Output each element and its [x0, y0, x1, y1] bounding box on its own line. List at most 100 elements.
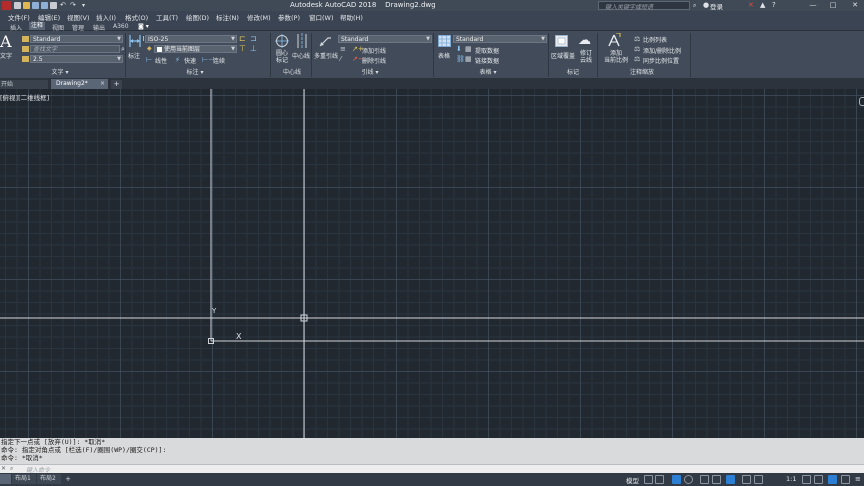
add-leader-label[interactable]: 添加引线 [362, 46, 386, 55]
qat-dropdown-icon[interactable]: ▾ [82, 2, 89, 9]
close-tab-icon[interactable]: × [100, 79, 105, 89]
multileader-label[interactable]: 多重引线 [314, 51, 338, 60]
multileader-icon[interactable] [318, 34, 332, 48]
linear-dim-label[interactable]: 线性 [155, 56, 167, 65]
add-delete-scale-label[interactable]: 添加/删除比例 [643, 46, 681, 55]
revcloud-label[interactable]: 修订 云线 [580, 50, 592, 64]
remove-leader-label[interactable]: 删除引线 [362, 56, 386, 65]
a360-icon[interactable]: ▲ [760, 1, 765, 9]
extract-data-icon[interactable]: ⬇ [456, 45, 462, 53]
dim-tool-icon[interactable]: ⊏ [239, 34, 246, 43]
dim-tool-icon[interactable]: ⊤ [239, 44, 246, 53]
table-label[interactable]: 表格 [438, 51, 450, 60]
layout-tab-layout1[interactable]: 布局1 [12, 474, 36, 484]
scale-list-icon[interactable]: ⚖ [634, 35, 640, 43]
link-data-icon[interactable]: ⛓ [456, 55, 465, 63]
start-tab[interactable]: 开始 [0, 80, 48, 89]
new-file-icon[interactable] [14, 2, 21, 9]
model-space-label[interactable]: 模型 [626, 475, 639, 485]
text-height-select[interactable]: 2.5 ▼ [30, 55, 123, 63]
centerline-icon[interactable] [295, 33, 309, 49]
annotation-monitor-icon[interactable] [814, 475, 823, 484]
revcloud-icon[interactable]: ☁ [578, 33, 591, 48]
grid-icon[interactable] [644, 475, 653, 484]
align-leader-icon[interactable]: ≡ [340, 45, 346, 53]
polar-icon[interactable] [684, 475, 693, 484]
help-icon[interactable]: ? [772, 1, 776, 9]
table-panel-title[interactable]: 表格 ▾ [468, 69, 508, 77]
search-icon[interactable]: ⌕ [693, 2, 696, 10]
dim-tool-icon[interactable]: ⊥ [250, 44, 257, 53]
annotation-scale-select[interactable]: 1:1 [786, 475, 796, 483]
plot-icon[interactable] [50, 2, 57, 9]
wipeout-icon[interactable] [555, 35, 568, 47]
isodraft-icon[interactable] [700, 475, 709, 484]
layout-tab-model[interactable] [0, 474, 11, 484]
annotation-visibility-icon[interactable] [742, 475, 751, 484]
open-file-icon[interactable] [23, 2, 30, 9]
text-style-select[interactable]: Standard ▼ [30, 35, 123, 43]
osnap-icon[interactable] [712, 475, 721, 484]
find-text-input[interactable]: 查找文字 [30, 45, 120, 53]
dim-style-select[interactable]: ISO-25 ▼ [145, 35, 237, 43]
dimension-panel-title[interactable]: 标注 ▾ [160, 69, 230, 77]
customize-status-icon[interactable]: ≡ [855, 475, 861, 483]
center-mark-label[interactable]: 圆心 标记 [276, 50, 288, 64]
search-box[interactable]: 键入关键字或短语 [598, 1, 690, 11]
lineweight-icon[interactable] [726, 475, 735, 484]
collect-leader-icon[interactable]: ⁄ [340, 55, 341, 63]
snap-icon[interactable] [655, 475, 664, 484]
command-line[interactable]: ✕ ⌕ 键入命令 [0, 464, 864, 474]
dim-tool-icon[interactable]: ⊐ [250, 34, 257, 43]
quick-dim-icon[interactable]: ⚡ [175, 56, 180, 64]
isolate-objects-icon[interactable] [828, 475, 837, 484]
wipeout-label[interactable]: 区域覆盖 [551, 51, 575, 60]
new-tab-button[interactable]: + [111, 80, 122, 89]
sign-in-link[interactable]: 登录 [710, 1, 723, 11]
save-as-icon[interactable] [41, 2, 48, 9]
new-layout-button[interactable]: + [63, 474, 73, 484]
drawing2-tab[interactable]: Drawing2* × [51, 79, 108, 89]
extract-data-icon[interactable]: ▦ [465, 45, 472, 53]
fullscreen-icon[interactable] [841, 475, 850, 484]
scale-list-label[interactable]: 比例列表 [643, 35, 667, 44]
linear-dim-icon[interactable]: ⊢ [146, 56, 152, 64]
user-icon[interactable]: ● [703, 1, 709, 9]
link-data-icon[interactable]: ▦ [465, 55, 472, 63]
dim-layer-select[interactable]: 使用当前图层 ▼ [154, 45, 237, 53]
customize-icon[interactable]: ⌕ [10, 465, 13, 473]
extract-data-label[interactable]: 提取数据 [475, 46, 499, 55]
add-delete-scale-icon[interactable]: ⚖ [634, 45, 640, 53]
layout-tab-layout2[interactable]: 布局2 [37, 474, 61, 484]
multiline-text-icon[interactable]: A [0, 32, 12, 51]
dimension-icon[interactable] [128, 33, 142, 49]
minimize-button[interactable]: — [806, 0, 820, 11]
table-icon[interactable] [438, 35, 451, 47]
centerline-panel-title[interactable]: 中心线 [272, 69, 312, 77]
dimension-button-label[interactable]: 标注 [128, 51, 140, 60]
centerline-label[interactable]: 中心线 [292, 51, 310, 60]
redo-icon[interactable]: ↷ [70, 2, 77, 9]
text-panel-title[interactable]: 文字 ▾ [30, 69, 90, 77]
leader-style-select[interactable]: Standard ▼ [338, 35, 432, 43]
close-command-line-icon[interactable]: ✕ [1, 465, 6, 472]
quick-dim-label[interactable]: 快速 [184, 56, 196, 65]
sync-scale-icon[interactable]: ⚖ [634, 55, 640, 63]
drawing-canvas[interactable]: [俯视][二维线框] Y X [0, 89, 864, 438]
workspace-icon[interactable] [802, 475, 811, 484]
auto-scale-icon[interactable] [754, 475, 763, 484]
sync-scale-label[interactable]: 同步比例位置 [643, 56, 679, 65]
tab-a360[interactable]: A360 [113, 23, 129, 30]
continue-dim-label[interactable]: 连续 [213, 56, 225, 65]
tab-annotate[interactable]: 注释 [29, 22, 46, 30]
leader-panel-title[interactable]: 引线 ▾ [350, 69, 390, 77]
text-button-label[interactable]: 文字 [0, 51, 12, 60]
scaling-panel-title[interactable]: 注释缩放 [620, 69, 664, 77]
close-button[interactable]: ✕ [846, 0, 864, 11]
center-mark-icon[interactable] [275, 34, 289, 48]
save-icon[interactable] [32, 2, 39, 9]
autocad-logo-icon[interactable] [2, 1, 11, 10]
link-data-label[interactable]: 链接数据 [475, 56, 499, 65]
search-input[interactable]: 键入关键字或短语 [605, 2, 653, 11]
add-current-scale-label[interactable]: 添加 当前比例 [604, 50, 628, 64]
